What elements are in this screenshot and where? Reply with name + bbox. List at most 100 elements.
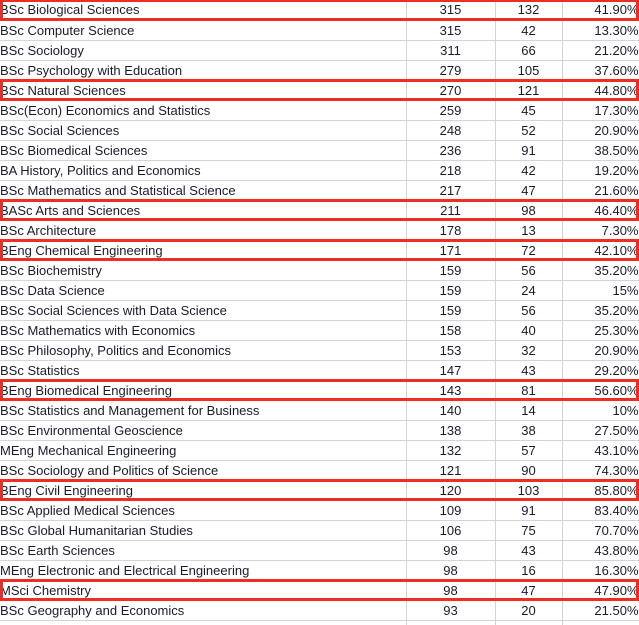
cell-offers[interactable]: 121 — [495, 80, 563, 101]
table-row[interactable]: MSci Chemistry 98 47 47.90% — [0, 580, 639, 601]
cell-applications[interactable]: 211 — [406, 200, 496, 221]
cell-offer-rate[interactable]: 21.60% — [562, 180, 639, 201]
cell-course-name[interactable]: BSc Geography and Economics — [0, 600, 407, 621]
cell-offers[interactable]: 13 — [495, 220, 563, 241]
cell-course-name[interactable]: BA History, Politics and Economics — [0, 160, 407, 181]
cell-course-name[interactable]: BSc Data Science — [0, 280, 407, 301]
cell-offer-rate[interactable]: 16.30% — [562, 560, 639, 581]
cell-course-name[interactable]: BSc Global Humanitarian Studies — [0, 520, 407, 541]
table-row[interactable]: BSc Architecture 178 13 7.30% — [0, 220, 639, 241]
table-row[interactable]: BSc Sociology 311 66 21.20% — [0, 40, 639, 61]
cell-applications[interactable]: 248 — [406, 120, 496, 141]
table-row[interactable]: BSc Philosophy, Politics and Economics 15… — [0, 340, 639, 361]
cell-course-name[interactable] — [0, 620, 407, 625]
cell-applications[interactable]: 259 — [406, 100, 496, 121]
cell-offer-rate[interactable]: 27.50% — [562, 420, 639, 441]
table-row[interactable]: BEng Biomedical Engineering 143 81 56.60% — [0, 380, 639, 401]
cell-applications[interactable]: 171 — [406, 240, 496, 261]
cell-offer-rate[interactable]: 20.90% — [562, 120, 639, 141]
cell-course-name[interactable]: BSc Philosophy, Politics and Economics — [0, 340, 407, 361]
table-row[interactable]: BSc Statistics and Management for Busine… — [0, 400, 639, 421]
cell-offers[interactable] — [495, 620, 563, 625]
table-row[interactable]: BSc(Econ) Economics and Statistics 259 45 1… — [0, 100, 639, 121]
cell-offer-rate[interactable]: 83.40% — [562, 500, 639, 521]
cell-applications[interactable]: 132 — [406, 440, 496, 461]
cell-offers[interactable]: 38 — [495, 420, 563, 441]
table-row[interactable]: MEng Mechanical Engineering 132 57 43.10% — [0, 440, 639, 461]
table-row[interactable]: BSc Social Sciences with Data Science 159… — [0, 300, 639, 321]
cell-applications[interactable]: 315 — [406, 0, 496, 21]
cell-applications[interactable]: 218 — [406, 160, 496, 181]
cell-offer-rate[interactable]: 43.10% — [562, 440, 639, 461]
cell-offer-rate[interactable]: 70.70% — [562, 520, 639, 541]
cell-applications[interactable]: 98 — [406, 560, 496, 581]
cell-offer-rate[interactable]: 35.20% — [562, 300, 639, 321]
cell-course-name[interactable]: BSc Environmental Geoscience — [0, 420, 407, 441]
table-row[interactable]: BSc Biomedical Sciences 236 91 38.50% — [0, 140, 639, 161]
cell-offers[interactable]: 91 — [495, 140, 563, 161]
cell-offer-rate[interactable]: 25.30% — [562, 320, 639, 341]
cell-offer-rate[interactable]: 38.50% — [562, 140, 639, 161]
cell-offers[interactable]: 90 — [495, 460, 563, 481]
cell-offer-rate[interactable]: 44.80% — [562, 80, 639, 101]
cell-applications[interactable]: 279 — [406, 60, 496, 81]
table-row[interactable]: BSc Environmental Geoscience 138 38 27.50% — [0, 420, 639, 441]
cell-offers[interactable]: 43 — [495, 540, 563, 561]
cell-offers[interactable]: 56 — [495, 300, 563, 321]
cell-offer-rate[interactable]: 46.40% — [562, 200, 639, 221]
cell-offer-rate[interactable]: 42.10% — [562, 240, 639, 261]
cell-applications[interactable]: 93 — [406, 600, 496, 621]
table-row[interactable]: BSc Biochemistry 159 56 35.20% — [0, 260, 639, 281]
cell-course-name[interactable]: BEng Biomedical Engineering — [0, 380, 407, 401]
cell-offers[interactable]: 56 — [495, 260, 563, 281]
cell-offers[interactable]: 24 — [495, 280, 563, 301]
table-row[interactable]: BSc Data Science 159 24 15% — [0, 280, 639, 301]
cell-offer-rate[interactable]: 7.30% — [562, 220, 639, 241]
table-row[interactable]: BSc Computer Science 315 42 13.30% — [0, 20, 639, 41]
cell-offer-rate[interactable]: 29.20% — [562, 360, 639, 381]
cell-course-name[interactable]: BSc Statistics and Management for Busine… — [0, 400, 407, 421]
cell-applications[interactable]: 270 — [406, 80, 496, 101]
cell-course-name[interactable]: BSc Computer Science — [0, 20, 407, 41]
cell-offers[interactable]: 105 — [495, 60, 563, 81]
cell-course-name[interactable]: BSc Biochemistry — [0, 260, 407, 281]
cell-course-name[interactable]: MEng Mechanical Engineering — [0, 440, 407, 461]
cell-offers[interactable]: 103 — [495, 480, 563, 501]
cell-applications[interactable]: 120 — [406, 480, 496, 501]
cell-offer-rate[interactable]: 20.90% — [562, 340, 639, 361]
cell-offer-rate[interactable]: 35.20% — [562, 260, 639, 281]
cell-applications[interactable]: 315 — [406, 20, 496, 41]
cell-course-name[interactable]: BSc Psychology with Education — [0, 60, 407, 81]
cell-applications[interactable]: 140 — [406, 400, 496, 421]
table-row[interactable]: BSc Natural Sciences 270 121 44.80% — [0, 80, 639, 101]
table-row[interactable]: BSc Mathematics and Statistical Science 2… — [0, 180, 639, 201]
cell-offer-rate[interactable]: 21.20% — [562, 40, 639, 61]
cell-applications[interactable]: 236 — [406, 140, 496, 161]
cell-applications[interactable] — [406, 620, 496, 625]
cell-offer-rate[interactable]: 56.60% — [562, 380, 639, 401]
cell-applications[interactable]: 98 — [406, 540, 496, 561]
table-row[interactable]: BSc Social Sciences 248 52 20.90% — [0, 120, 639, 141]
cell-offers[interactable]: 81 — [495, 380, 563, 401]
cell-offer-rate[interactable]: 74.30% — [562, 460, 639, 481]
cell-applications[interactable]: 147 — [406, 360, 496, 381]
table-row[interactable]: BA History, Politics and Economics 218 42 1… — [0, 160, 639, 181]
cell-applications[interactable]: 109 — [406, 500, 496, 521]
table-row[interactable]: BASc Arts and Sciences 211 98 46.40% — [0, 200, 639, 221]
cell-applications[interactable]: 178 — [406, 220, 496, 241]
cell-offers[interactable]: 16 — [495, 560, 563, 581]
table-row[interactable]: BSc Sociology and Politics of Science 121… — [0, 460, 639, 481]
cell-course-name[interactable]: BEng Civil Engineering — [0, 480, 407, 501]
cell-offer-rate[interactable]: 21.50% — [562, 600, 639, 621]
cell-offer-rate[interactable]: 13.30% — [562, 20, 639, 41]
cell-course-name[interactable]: MEng Electronic and Electrical Engineeri… — [0, 560, 407, 581]
cell-offers[interactable]: 45 — [495, 100, 563, 121]
table-row[interactable]: BSc Earth Sciences 98 43 43.80% — [0, 540, 639, 561]
cell-course-name[interactable]: BSc Mathematics with Economics — [0, 320, 407, 341]
cell-offers[interactable]: 57 — [495, 440, 563, 461]
cell-course-name[interactable]: BSc Sociology — [0, 40, 407, 61]
table-row[interactable]: BSc Geography and Economics 93 20 21.50% — [0, 600, 639, 621]
cell-offers[interactable]: 66 — [495, 40, 563, 61]
cell-applications[interactable]: 159 — [406, 300, 496, 321]
cell-course-name[interactable]: BEng Chemical Engineering — [0, 240, 407, 261]
